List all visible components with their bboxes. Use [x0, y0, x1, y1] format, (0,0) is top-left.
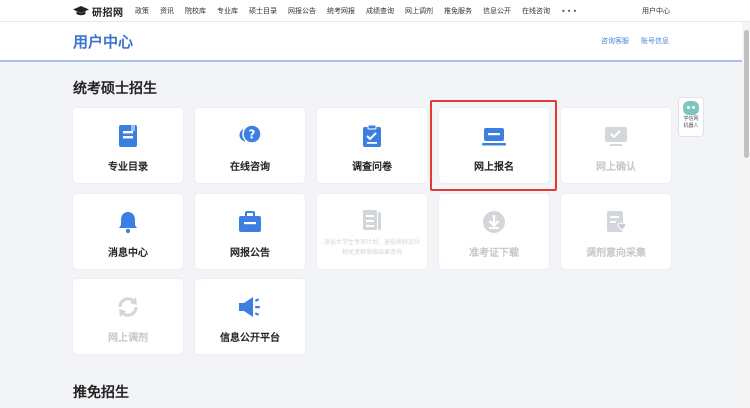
card-admission-ticket-download[interactable]: 准考证下载: [439, 194, 549, 269]
nav-item-news[interactable]: 资讯: [160, 6, 174, 16]
card-major-catalog[interactable]: 专业目录: [73, 108, 183, 183]
monitor-check-icon: [605, 127, 627, 146]
card-label: 在线咨询: [230, 162, 270, 173]
site-logo[interactable]: 研招网: [73, 4, 124, 19]
nav-item-registration[interactable]: 统考网报: [327, 6, 355, 16]
card-info-disclosure-platform[interactable]: 信息公开平台: [195, 279, 305, 354]
more-menu-icon[interactable]: •••: [561, 7, 578, 16]
document-icon: [363, 210, 381, 230]
robot-label-1: 学信网: [683, 116, 699, 122]
page-title: 用户中心: [73, 33, 134, 51]
nav-menu: 政策 资讯 院校库 专业库 硕士目录 网报公告 统考网报 成绩查询 网上调剂 推…: [135, 0, 578, 22]
card-label: 调剂意向采集: [586, 248, 646, 259]
refresh-icon: [118, 297, 138, 317]
header-divider: [0, 60, 750, 62]
card-survey[interactable]: 调查问卷: [317, 108, 427, 183]
card-label: 网报公告: [230, 248, 270, 259]
account-info-link[interactable]: 账号信息: [641, 36, 669, 46]
top-navigation: 研招网 政策 资讯 院校库 专业库 硕士目录 网报公告 统考网报 成绩查询 网上…: [0, 0, 750, 22]
form-heart-icon: [607, 211, 627, 232]
highlight-box: [430, 100, 557, 191]
card-registration-announcement[interactable]: 网报公告: [195, 194, 305, 269]
nav-item-adjustment[interactable]: 网上调剂: [405, 6, 433, 16]
nav-item-disclosure[interactable]: 信息公开: [483, 6, 511, 16]
nav-item-catalog[interactable]: 硕士目录: [249, 6, 277, 16]
card-label: 调查问卷: [352, 162, 392, 173]
graduation-cap-icon: [73, 6, 89, 16]
megaphone-icon: [239, 297, 260, 317]
chatbot-widget[interactable]: 学信网 机器人: [678, 97, 704, 137]
robot-icon: [683, 101, 699, 115]
customer-service-link[interactable]: 咨询客服: [601, 36, 629, 46]
card-online-confirm[interactable]: 网上确认: [561, 108, 671, 183]
card-online-adjustment[interactable]: 网上调剂: [73, 279, 183, 354]
card-online-consult[interactable]: ? 在线咨询: [195, 108, 305, 183]
user-center-link[interactable]: 用户中心: [642, 6, 670, 16]
card-message-center[interactable]: 消息中心: [73, 194, 183, 269]
nav-item-schools[interactable]: 院校库: [185, 6, 206, 16]
card-label: 信息公开平台: [220, 333, 280, 344]
robot-label-2: 机器人: [683, 123, 699, 129]
card-veteran-qualification[interactable]: 退役大学生专项计划、退役高校加分相关资格审核结果查询: [317, 194, 427, 269]
card-label: 网上调剂: [108, 333, 148, 344]
section-title-tuimian: 推免招生: [73, 385, 129, 401]
logo-text: 研招网: [92, 7, 124, 19]
card-label: 消息中心: [108, 248, 148, 259]
bell-icon: [119, 212, 137, 234]
chat-question-icon: ?: [239, 124, 262, 144]
card-label: 网上确认: [596, 162, 636, 173]
nav-item-policy[interactable]: 政策: [135, 6, 149, 16]
section-title-tongkao: 统考硕士招生: [73, 81, 157, 97]
download-icon: [483, 211, 505, 233]
nav-item-announcements[interactable]: 网报公告: [288, 6, 316, 16]
card-label: 准考证下载: [469, 248, 519, 259]
book-icon: [119, 125, 137, 147]
card-adjustment-intention[interactable]: 调剂意向采集: [561, 194, 671, 269]
nav-item-scores[interactable]: 成绩查询: [366, 6, 394, 16]
nav-item-recommendation[interactable]: 推免服务: [444, 6, 472, 16]
nav-item-consult[interactable]: 在线咨询: [522, 6, 550, 16]
card-note: 退役大学生专项计划、退役高校加分相关资格审核结果查询: [323, 239, 420, 256]
briefcase-icon: [239, 211, 261, 232]
svg-text:?: ?: [249, 128, 256, 142]
scrollbar-thumb[interactable]: [744, 30, 749, 158]
nav-item-majors[interactable]: 专业库: [217, 6, 238, 16]
clipboard-icon: [363, 124, 381, 147]
card-label: 专业目录: [108, 162, 148, 173]
